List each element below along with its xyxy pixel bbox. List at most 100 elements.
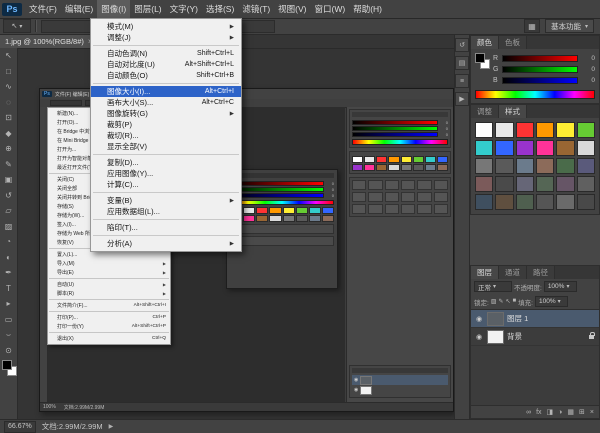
color-slider-r[interactable]: R0: [493, 53, 595, 64]
menu-item-7[interactable]: 画布大小(S)...Alt+Ctrl+C: [91, 97, 241, 108]
menu-item-8[interactable]: 图像旋转(G)▶: [91, 108, 241, 119]
hand-tool[interactable]: ⌣: [0, 327, 17, 343]
menubar-item-4[interactable]: 图层(L): [130, 0, 165, 18]
dodge-tool[interactable]: ◐: [0, 250, 17, 266]
menubar-item-7[interactable]: 滤镜(T): [238, 0, 274, 18]
inner-adjustment-icon[interactable]: [401, 180, 415, 190]
zoom-tool[interactable]: ⊙: [0, 343, 17, 359]
menu-item-18[interactable]: 导出(E)▶: [48, 268, 170, 277]
style-swatch[interactable]: [516, 176, 534, 192]
inner-adjustment-icon[interactable]: [401, 192, 415, 202]
crop-tool[interactable]: ⊡: [0, 110, 17, 126]
color-slider-g[interactable]: G0: [493, 64, 595, 75]
nested-swatch[interactable]: [256, 207, 268, 214]
inner-adjustment-icon[interactable]: [352, 192, 366, 202]
history-brush-tool[interactable]: ↺: [0, 188, 17, 204]
properties-panel-icon[interactable]: ▤: [455, 56, 469, 70]
menu-item-4[interactable]: 自动对比度(U)Alt+Shift+Ctrl+L: [91, 59, 241, 70]
nested-swatch[interactable]: [256, 215, 268, 222]
inner-swatch[interactable]: [352, 164, 363, 171]
inner-swatch[interactable]: [364, 156, 375, 163]
style-swatch[interactable]: [495, 158, 513, 174]
menu-item-6[interactable]: 图像大小(I)...Alt+Ctrl+I: [91, 86, 241, 97]
nested-swatch[interactable]: [269, 215, 281, 222]
style-swatch[interactable]: [556, 194, 574, 210]
menu-item-13[interactable]: 应用图像(Y)...: [91, 168, 241, 179]
inner-adjustment-icon[interactable]: [352, 204, 366, 214]
shape-tool[interactable]: ▭: [0, 312, 17, 328]
slider-track[interactable]: [502, 66, 578, 73]
menubar-item-6[interactable]: 选择(S): [202, 0, 238, 18]
inner-adjustment-icon[interactable]: [417, 180, 431, 190]
type-tool[interactable]: T: [0, 281, 17, 297]
slider-track[interactable]: [352, 126, 438, 131]
nested-swatch[interactable]: [283, 215, 295, 222]
lock-all-icon[interactable]: ■: [513, 298, 517, 305]
slider-track[interactable]: [230, 187, 324, 192]
color-slider-b[interactable]: 0: [230, 192, 334, 198]
nested-swatch[interactable]: [309, 215, 321, 222]
lock-pixels-icon[interactable]: ✎: [498, 298, 503, 305]
style-swatch[interactable]: [475, 140, 493, 156]
document-tab[interactable]: 1.jpg @ 100%(RGB/8#) ×: [0, 35, 99, 48]
style-swatch[interactable]: [556, 122, 574, 138]
color-slider-b[interactable]: B0: [493, 75, 595, 86]
inner-swatch[interactable]: [376, 156, 387, 163]
style-swatch[interactable]: [536, 122, 554, 138]
panel-color-chips[interactable]: [475, 53, 489, 69]
style-swatch[interactable]: [495, 194, 513, 210]
menu-item-5[interactable]: 自动颜色(O)Shift+Ctrl+B: [91, 70, 241, 81]
menu-item-9[interactable]: 裁剪(P): [91, 119, 241, 130]
layer-visibility-icon[interactable]: ◉: [474, 315, 484, 323]
menubar-item-1[interactable]: 文件(F): [25, 0, 61, 18]
new-layer-icon[interactable]: ⊞: [579, 408, 585, 416]
delete-layer-icon[interactable]: ×: [590, 409, 594, 416]
menubar-item-2[interactable]: 编辑(E): [61, 0, 97, 18]
workspace-switcher[interactable]: 基本功能 ▾: [545, 19, 594, 33]
fill-field[interactable]: 100% ▾: [535, 296, 568, 307]
inner-swatch[interactable]: [388, 156, 399, 163]
inner-adjustment-icon[interactable]: [368, 204, 382, 214]
nested-swatch[interactable]: [322, 207, 334, 214]
menu-item-24[interactable]: 退出(X)Ctrl+Q: [48, 334, 170, 343]
nested-swatch[interactable]: [309, 207, 321, 214]
adjustment-layer-icon[interactable]: ◑: [558, 409, 562, 416]
brush-tool[interactable]: ✎: [0, 157, 17, 173]
menu-item-22[interactable]: 打印(P)...Ctrl+P: [48, 313, 170, 322]
nested-swatch[interactable]: [283, 207, 295, 214]
blur-tool[interactable]: ◔: [0, 234, 17, 250]
layer-effects-icon[interactable]: fx: [536, 409, 541, 416]
style-swatch[interactable]: [495, 176, 513, 192]
layer-row-2[interactable]: ◉背景: [471, 328, 599, 346]
style-swatch[interactable]: [556, 158, 574, 174]
style-swatch[interactable]: [475, 158, 493, 174]
color-slider-b[interactable]: 0: [352, 131, 448, 137]
photoshop-logo-icon[interactable]: Ps: [2, 3, 22, 16]
style-swatch[interactable]: [577, 122, 595, 138]
menu-item-12[interactable]: 复制(D)...: [91, 157, 241, 168]
style-swatch[interactable]: [556, 176, 574, 192]
style-swatch[interactable]: [475, 194, 493, 210]
pen-tool[interactable]: ✒: [0, 265, 17, 281]
inner-adjustment-icon[interactable]: [368, 192, 382, 202]
nested-swatch[interactable]: [322, 215, 334, 222]
layer-mask-icon[interactable]: ◨: [547, 408, 554, 416]
menu-item-11[interactable]: 显示全部(V): [91, 141, 241, 152]
healing-brush-tool[interactable]: ⊕: [0, 141, 17, 157]
info-panel-icon[interactable]: ≡: [455, 74, 469, 88]
menubar-item-8[interactable]: 视图(V): [274, 0, 310, 18]
style-swatch[interactable]: [495, 140, 513, 156]
style-swatch[interactable]: [556, 140, 574, 156]
menu-item-14[interactable]: 计算(C)...: [91, 179, 241, 190]
menubar-item-5[interactable]: 文字(Y): [166, 0, 202, 18]
inner-swatch[interactable]: [376, 164, 387, 171]
actions-panel-icon[interactable]: ▶: [455, 92, 469, 106]
nested-swatch[interactable]: [296, 207, 308, 214]
slider-track[interactable]: [502, 55, 578, 62]
layers-tab-3[interactable]: 路径: [527, 266, 555, 279]
style-swatch[interactable]: [516, 140, 534, 156]
styles-tab-1[interactable]: 调整: [471, 105, 499, 118]
color-slider-r[interactable]: 0: [230, 180, 334, 186]
nested-swatch[interactable]: [296, 215, 308, 222]
color-slider-g[interactable]: 0: [230, 186, 334, 192]
